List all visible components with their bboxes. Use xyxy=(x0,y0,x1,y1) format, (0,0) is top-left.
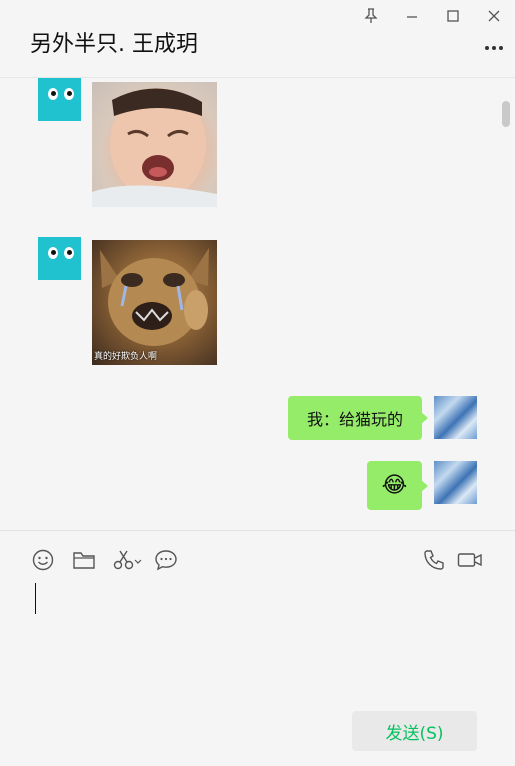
video-call-icon[interactable] xyxy=(457,548,483,572)
sticker-message[interactable] xyxy=(92,82,217,207)
send-button[interactable]: 发送(S) xyxy=(352,711,477,751)
chat-history-icon[interactable] xyxy=(154,548,178,572)
crying-baby-image xyxy=(92,88,217,207)
sticker-caption: 真的好欺负人啊 xyxy=(94,352,158,362)
avatar[interactable] xyxy=(434,461,477,504)
avatar[interactable] xyxy=(434,396,477,439)
emoji-message-bubble[interactable]: 😂 xyxy=(367,461,428,510)
crying-cat-image xyxy=(100,248,209,346)
title-bar: 另外半只. 王成玥 xyxy=(0,0,515,78)
minimize-icon[interactable] xyxy=(402,6,422,26)
phone-icon[interactable] xyxy=(422,548,446,572)
avatar[interactable] xyxy=(38,237,81,280)
emoji-icon[interactable] xyxy=(31,548,55,572)
close-icon[interactable] xyxy=(484,6,504,26)
message-list[interactable]: 真的好欺负人啊 我：给猫玩的 😂 xyxy=(0,78,515,530)
chat-title: 另外半只. 王成玥 xyxy=(30,32,198,57)
avatar[interactable] xyxy=(38,78,81,121)
scissors-icon[interactable] xyxy=(112,548,142,572)
text-caret xyxy=(35,583,36,614)
sticker-message[interactable]: 真的好欺负人啊 xyxy=(92,240,217,365)
pin-icon[interactable] xyxy=(361,6,381,26)
text-message-bubble[interactable]: 我：给猫玩的 xyxy=(288,396,428,440)
chat-window: 另外半只. 王成玥 真的好欺负人啊 我：给猫玩的 😂 发送(S) xyxy=(0,0,515,766)
folder-icon[interactable] xyxy=(72,548,96,572)
maximize-icon[interactable] xyxy=(443,6,463,26)
message-input[interactable] xyxy=(28,580,488,690)
scrollbar[interactable] xyxy=(502,101,510,127)
composer-divider xyxy=(0,530,515,531)
more-icon[interactable] xyxy=(483,38,505,58)
